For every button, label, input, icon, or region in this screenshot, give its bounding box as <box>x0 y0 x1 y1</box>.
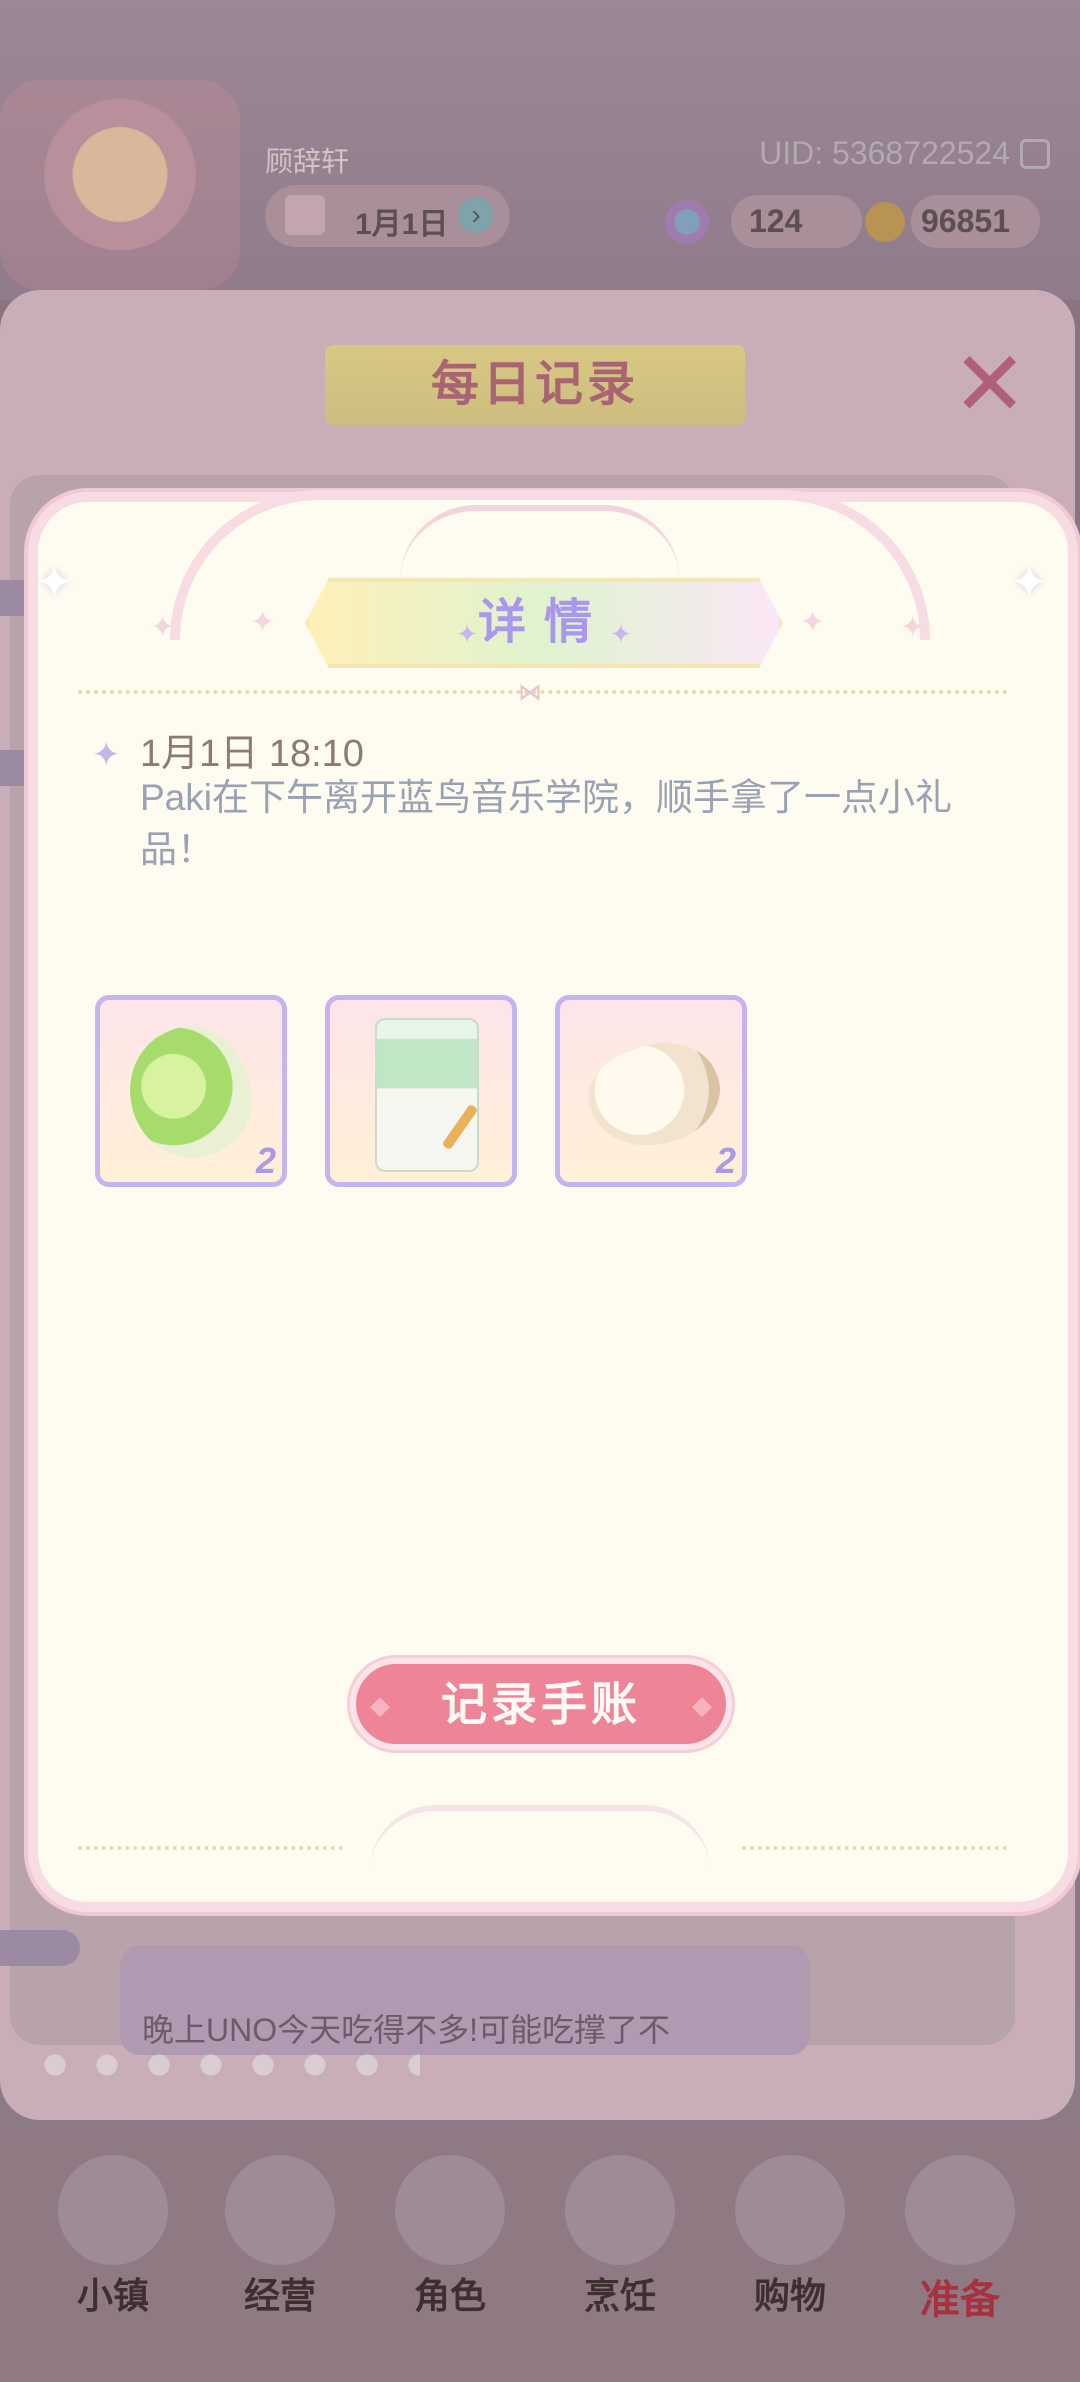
daily-record-title: 每日记录 <box>325 345 745 425</box>
nav-item-town[interactable]: 小镇 <box>38 2155 188 2325</box>
nav-item-shopping[interactable]: 购物 <box>715 2155 865 2325</box>
nav-label: 烹饪 <box>583 2275 656 2316</box>
coin-count: 96851 <box>911 195 1040 248</box>
town-map-icon <box>58 2155 168 2265</box>
nav-item-business[interactable]: 经营 <box>205 2155 355 2325</box>
gem-counter[interactable]: 124 <box>665 195 863 248</box>
nav-item-prepare[interactable]: 准备 <box>885 2155 1035 2325</box>
sparkle-icon: ✦ <box>1010 556 1049 608</box>
sparkle-icon: ✦ <box>35 556 74 608</box>
nav-label: 准备 <box>920 2278 1000 2322</box>
divider <box>742 1846 1007 1850</box>
top-hat-icon <box>225 2155 335 2265</box>
plus-icon[interactable]: › <box>458 197 494 233</box>
coin-counter[interactable]: 96851 <box>865 195 1040 248</box>
nav-item-character[interactable]: 角色 <box>375 2155 525 2325</box>
close-icon[interactable]: ✕ <box>952 340 1027 430</box>
sparkle-icon: ✦ <box>800 606 826 639</box>
basket-icon <box>905 2155 1015 2265</box>
calendar-icon <box>285 195 325 235</box>
reward-item[interactable]: 2 <box>95 995 287 1187</box>
cotton-icon <box>576 1025 734 1165</box>
character-icon <box>395 2155 505 2265</box>
record-journal-button[interactable]: ◆ 记录手账 ◆ <box>350 1658 732 1750</box>
item-count: 2 <box>715 1140 736 1181</box>
entry-time: 1月1日 18:10 <box>140 733 364 775</box>
cabbage-icon <box>108 1008 272 1178</box>
modal-title-banner: ✦详情✦ <box>305 578 783 668</box>
record-journal-label: 记录手账 <box>441 1678 641 1730</box>
nav-label: 角色 <box>413 2275 486 2316</box>
uid-display[interactable]: UID: 5368722524 <box>759 135 1050 172</box>
item-count: 2 <box>255 1140 276 1181</box>
copy-icon[interactable] <box>1020 138 1050 169</box>
record-row-peek[interactable]: 晚上UNO今天吃得不多!可能吃撑了不 <box>120 1945 810 2055</box>
pearl-decoration <box>40 2050 420 2120</box>
sparkle-icon: ✦ <box>150 611 176 644</box>
bow-icon: ⋈ <box>518 679 542 706</box>
sandwich-icon <box>565 2155 675 2265</box>
uid-text: UID: 5368722524 <box>759 135 1010 171</box>
gem-icon <box>665 199 709 244</box>
entry-text: Paki在下午离开蓝鸟音乐学院，顺手拿了一点小礼品！ <box>140 777 952 870</box>
sparkle-icon: ✦ <box>900 611 926 644</box>
divider <box>78 690 1008 694</box>
divider <box>78 1846 343 1850</box>
nav-item-cooking[interactable]: 烹饪 <box>545 2155 695 2325</box>
coin-icon <box>865 201 905 242</box>
flour-bag-icon <box>375 1018 479 1172</box>
arch-ornament <box>400 505 680 581</box>
sparkle-icon: ✦ <box>250 606 276 639</box>
reward-item[interactable] <box>325 995 517 1187</box>
diamond-icon: ◆ <box>370 1690 390 1720</box>
shopping-bag-icon <box>735 2155 845 2265</box>
reward-item[interactable]: 2 <box>555 995 747 1187</box>
nav-label: 购物 <box>753 2275 826 2316</box>
date-text: 1月1日 <box>355 208 449 241</box>
date-pill[interactable]: 1月1日 › <box>265 185 510 247</box>
diamond-icon: ◆ <box>692 1690 712 1720</box>
diamond-icon: ✦ <box>92 736 121 774</box>
modal-title: 详情 <box>477 596 610 649</box>
side-tab <box>0 1930 80 1966</box>
avatar[interactable] <box>0 80 240 290</box>
gem-count: 124 <box>731 195 863 248</box>
bottom-ornament <box>370 1805 710 1871</box>
nav-label: 小镇 <box>76 2275 149 2316</box>
nav-label: 经营 <box>243 2275 316 2316</box>
username: 顾辞轩 <box>265 146 350 177</box>
